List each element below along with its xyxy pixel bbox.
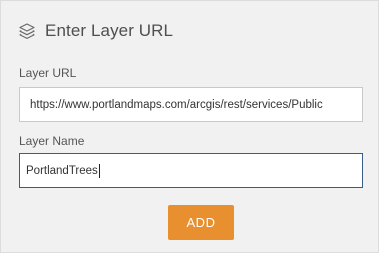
enter-layer-url-panel: Enter Layer URL Layer URL https://www.po…: [0, 0, 379, 253]
layer-name-label: Layer Name: [19, 134, 85, 148]
add-button[interactable]: ADD: [168, 205, 234, 240]
layers-icon: [17, 21, 37, 41]
layer-name-value: PortlandTrees: [26, 164, 98, 177]
text-caret: [98, 163, 100, 178]
layer-url-value: https://www.portlandmaps.com/arcgis/rest…: [30, 98, 323, 111]
layer-name-field[interactable]: PortlandTrees: [19, 153, 363, 188]
layer-url-label: Layer URL: [19, 66, 77, 80]
page-title: Enter Layer URL: [45, 21, 174, 40]
panel-header: Enter Layer URL: [17, 18, 173, 44]
layer-url-field[interactable]: https://www.portlandmaps.com/arcgis/rest…: [19, 87, 363, 122]
